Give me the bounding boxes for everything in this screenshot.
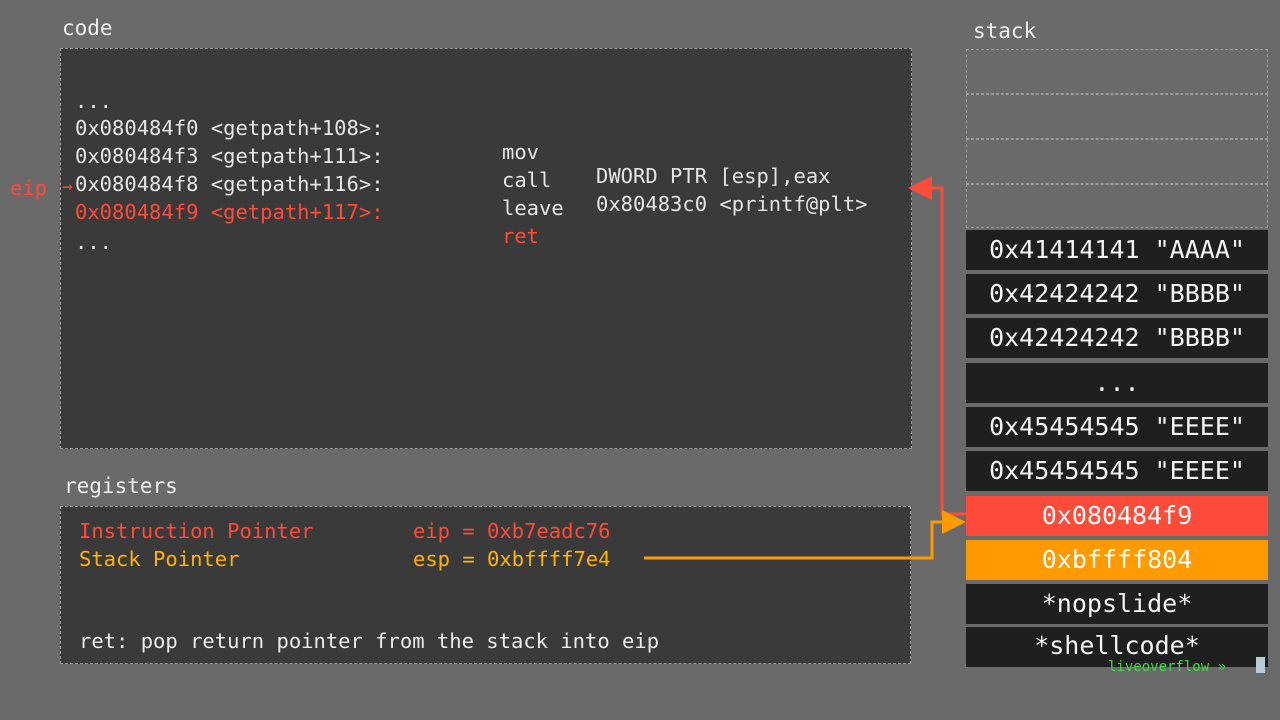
return-address-to-eip-arrow [908, 176, 966, 516]
connector-arrows [644, 176, 966, 560]
esp-to-stack-arrow [644, 510, 966, 560]
brand-watermark: liveoverflow » [1108, 659, 1227, 675]
terminal-cursor [1256, 657, 1265, 673]
